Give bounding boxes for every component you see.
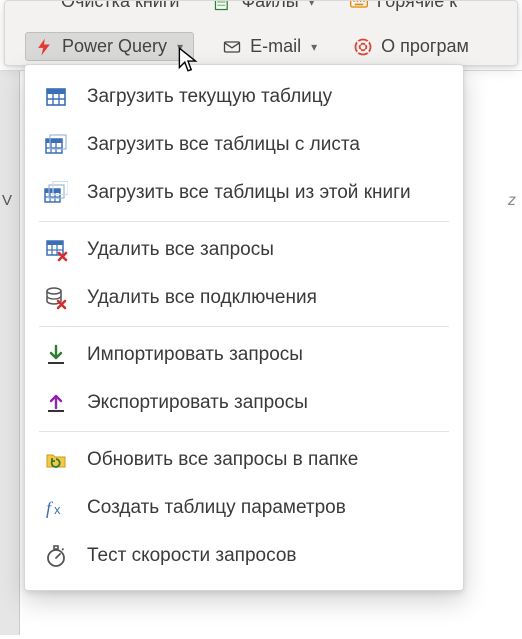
ribbon-hotkeys[interactable]: Горячие к <box>341 0 465 16</box>
chevron-down-icon: ▾ <box>309 0 315 9</box>
lifebuoy-icon <box>353 37 373 57</box>
ribbon: Очистка книги Файлы ▾ Горячие к Power Qu… <box>4 0 518 66</box>
menu-item-label: Экспортировать запросы <box>87 392 308 414</box>
menu-item-label: Импортировать запросы <box>87 344 303 366</box>
database-delete-icon <box>43 285 69 311</box>
menu-separator <box>39 431 449 432</box>
table-icon <box>43 84 69 110</box>
envelope-icon <box>222 37 242 57</box>
ribbon-clean-book[interactable]: Очистка книги <box>53 0 187 16</box>
menu-item-label: Тест скорости запросов <box>87 545 296 567</box>
svg-text:f: f <box>46 498 54 518</box>
email-dropdown[interactable]: E-mail ▾ <box>214 32 325 61</box>
excel-file-icon <box>213 0 233 12</box>
menu-item-label: Загрузить текущую таблицу <box>87 86 332 108</box>
menu-speed-test[interactable]: Тест скорости запросов <box>25 532 463 580</box>
ribbon-clean-book-label: Очистка книги <box>61 0 179 12</box>
menu-separator <box>39 326 449 327</box>
row-header-label: V <box>2 192 12 209</box>
menu-import-queries[interactable]: Импортировать запросы <box>25 331 463 379</box>
ribbon-files-label: Файлы <box>241 0 298 12</box>
tables-workbook-icon <box>43 180 69 206</box>
chevron-down-icon: ▾ <box>177 40 183 54</box>
stopwatch-icon <box>43 543 69 569</box>
power-query-dropdown[interactable]: Power Query ▾ <box>25 32 194 61</box>
fx-icon: fx <box>43 495 69 521</box>
export-icon <box>43 390 69 416</box>
power-query-label: Power Query <box>62 36 167 57</box>
keyboard-icon <box>349 0 369 12</box>
ribbon-files[interactable]: Файлы ▾ <box>205 0 322 16</box>
menu-load-sheet-tables[interactable]: Загрузить все таблицы с листа <box>25 121 463 169</box>
ribbon-hotkeys-label: Горячие к <box>377 0 457 12</box>
about-button[interactable]: О програм <box>345 32 477 61</box>
menu-refresh-folder-queries[interactable]: Обновить все запросы в папке <box>25 436 463 484</box>
tables-sheet-icon <box>43 132 69 158</box>
menu-item-label: Удалить все запросы <box>87 239 274 261</box>
import-icon <box>43 342 69 368</box>
menu-separator <box>39 221 449 222</box>
chevron-down-icon: ▾ <box>311 40 317 54</box>
menu-item-label: Создать таблицу параметров <box>87 497 346 519</box>
ribbon-row-bottom: Power Query ▾ E-mail ▾ О програм <box>5 32 517 61</box>
menu-item-label: Удалить все подключения <box>87 287 317 309</box>
menu-delete-all-connections[interactable]: Удалить все подключения <box>25 274 463 322</box>
about-label: О програм <box>381 36 469 57</box>
menu-item-label: Загрузить все таблицы с листа <box>87 134 360 156</box>
menu-item-label: Обновить все запросы в папке <box>87 449 358 471</box>
menu-load-workbook-tables[interactable]: Загрузить все таблицы из этой книги <box>25 169 463 217</box>
menu-export-queries[interactable]: Экспортировать запросы <box>25 379 463 427</box>
menu-create-param-table[interactable]: fx Создать таблицу параметров <box>25 484 463 532</box>
email-label: E-mail <box>250 36 301 57</box>
menu-delete-all-queries[interactable]: Удалить все запросы <box>25 226 463 274</box>
sort-hint: z <box>508 192 516 210</box>
menu-load-current-table[interactable]: Загрузить текущую таблицу <box>25 73 463 121</box>
lightning-icon <box>34 37 54 57</box>
row-header-strip: V <box>0 70 20 635</box>
folder-refresh-icon <box>43 447 69 473</box>
power-query-menu: Загрузить текущую таблицу Загрузить все … <box>24 64 464 591</box>
svg-text:x: x <box>54 502 61 517</box>
table-delete-icon <box>43 237 69 263</box>
menu-item-label: Загрузить все таблицы из этой книги <box>87 182 411 204</box>
ribbon-row-top: Очистка книги Файлы ▾ Горячие к <box>5 0 517 16</box>
